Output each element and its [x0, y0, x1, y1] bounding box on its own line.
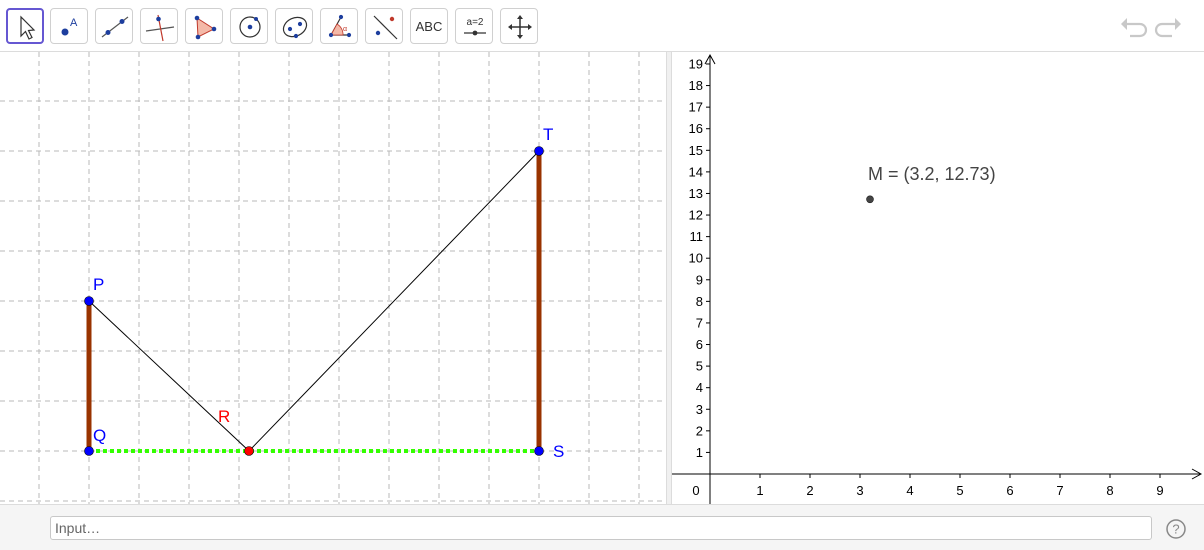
move-graphics-view-tool-button[interactable] [500, 8, 538, 44]
point-icon: A [61, 17, 78, 36]
y-tick-label: 2 [696, 423, 703, 438]
angle-tool-button[interactable]: α [320, 8, 358, 44]
circle-center-icon [239, 16, 261, 38]
slider-tool-button[interactable]: a=2 [455, 8, 493, 44]
polygon-tool-button[interactable] [185, 8, 223, 44]
line-through-points-icon [101, 16, 129, 38]
y-tick-label: 17 [689, 100, 703, 115]
x-tick-label: 8 [1106, 483, 1113, 498]
graphics-view[interactable]: P Q R S T [0, 52, 666, 504]
slider-icon: a=2 [464, 17, 486, 36]
segment-pr[interactable] [88, 300, 250, 452]
y-tick-label: 7 [696, 315, 703, 330]
point-s[interactable] [534, 446, 544, 456]
text-tool-label: ABC [415, 18, 443, 34]
svg-text:A: A [70, 17, 78, 29]
arrow-cursor-icon [20, 15, 36, 40]
ellipse-tool-button[interactable] [275, 8, 313, 44]
ellipse-icon [282, 16, 308, 39]
y-tick-label: 9 [696, 272, 703, 287]
polygon-icon [194, 15, 217, 40]
point-tool-button[interactable]: A [50, 8, 88, 44]
point-t-label: T [543, 125, 553, 144]
point-p[interactable] [84, 296, 94, 306]
angle-icon: α [328, 14, 352, 38]
y-tick-label: 19 [689, 56, 703, 71]
y-tick-label: 11 [690, 229, 704, 244]
y-tick-label: 10 [689, 251, 703, 266]
y-tick-label: 13 [689, 186, 703, 201]
redo-icon[interactable] [1154, 14, 1184, 40]
x-tick-label: 4 [906, 483, 913, 498]
x-tick-label: 0 [692, 483, 699, 498]
x-tick-label: 7 [1056, 483, 1063, 498]
y-tick-label: 12 [689, 208, 703, 223]
axes-canvas[interactable]: 0123456789 12345678910111213141516171819… [672, 52, 1204, 504]
x-tick-label: 1 [756, 483, 763, 498]
svg-text:α: α [343, 26, 347, 33]
point-q[interactable] [84, 446, 94, 456]
svg-text:?: ? [1172, 522, 1179, 537]
toolbar: A α ABC a=2 [0, 0, 1204, 52]
y-tick-label: 14 [689, 164, 703, 179]
point-m-label: M = (3.2, 12.73) [868, 164, 996, 184]
graphics-view-2[interactable]: 0123456789 1 2 3 4 5 6 7 8 9 10 11 12 13 14 15 16 17 18 19… [672, 52, 1204, 504]
geometry-canvas[interactable]: P Q R S T [0, 52, 666, 504]
input-bar: ? [0, 504, 1204, 550]
y-tick-label: 1 [696, 445, 703, 460]
reflect-tool-button[interactable] [365, 8, 403, 44]
slider-tool-label: a=2 [467, 17, 484, 28]
move-cross-arrows-icon [508, 15, 532, 39]
point-m[interactable] [866, 195, 874, 204]
input-field[interactable] [50, 516, 1152, 540]
move-tool-button[interactable] [6, 8, 44, 44]
x-tick-label: 9 [1156, 483, 1163, 498]
point-r[interactable] [244, 446, 254, 456]
y-tick-label: 18 [689, 78, 703, 93]
perpendicular-line-tool-button[interactable] [140, 8, 178, 44]
line-tool-button[interactable] [95, 8, 133, 44]
y-tick-label: 6 [696, 337, 703, 352]
undo-icon[interactable] [1118, 14, 1148, 40]
y-tick-label: 8 [696, 294, 703, 309]
point-q-label: Q [93, 426, 106, 445]
perpendicular-line-icon [145, 14, 175, 42]
x-tick-label: 6 [1006, 483, 1013, 498]
x-tick-label: 3 [856, 483, 863, 498]
circle-center-point-tool-button[interactable] [230, 8, 268, 44]
y-tick-label: 16 [689, 121, 703, 136]
y-tick-label: 3 [696, 402, 703, 417]
text-tool-button[interactable]: ABC [410, 8, 448, 44]
y-tick-label: 5 [696, 359, 703, 374]
point-p-label: P [93, 275, 104, 294]
point-t[interactable] [534, 146, 544, 156]
y-tick-label: 15 [689, 143, 703, 158]
help-question-icon[interactable]: ? [1165, 518, 1187, 540]
point-r-label: R [218, 407, 230, 426]
x-tick-label: 2 [806, 483, 813, 498]
reflect-about-line-icon [373, 15, 398, 40]
y-tick-label: 4 [696, 380, 703, 395]
x-tick-label: 5 [956, 483, 963, 498]
point-s-label: S [553, 442, 564, 461]
